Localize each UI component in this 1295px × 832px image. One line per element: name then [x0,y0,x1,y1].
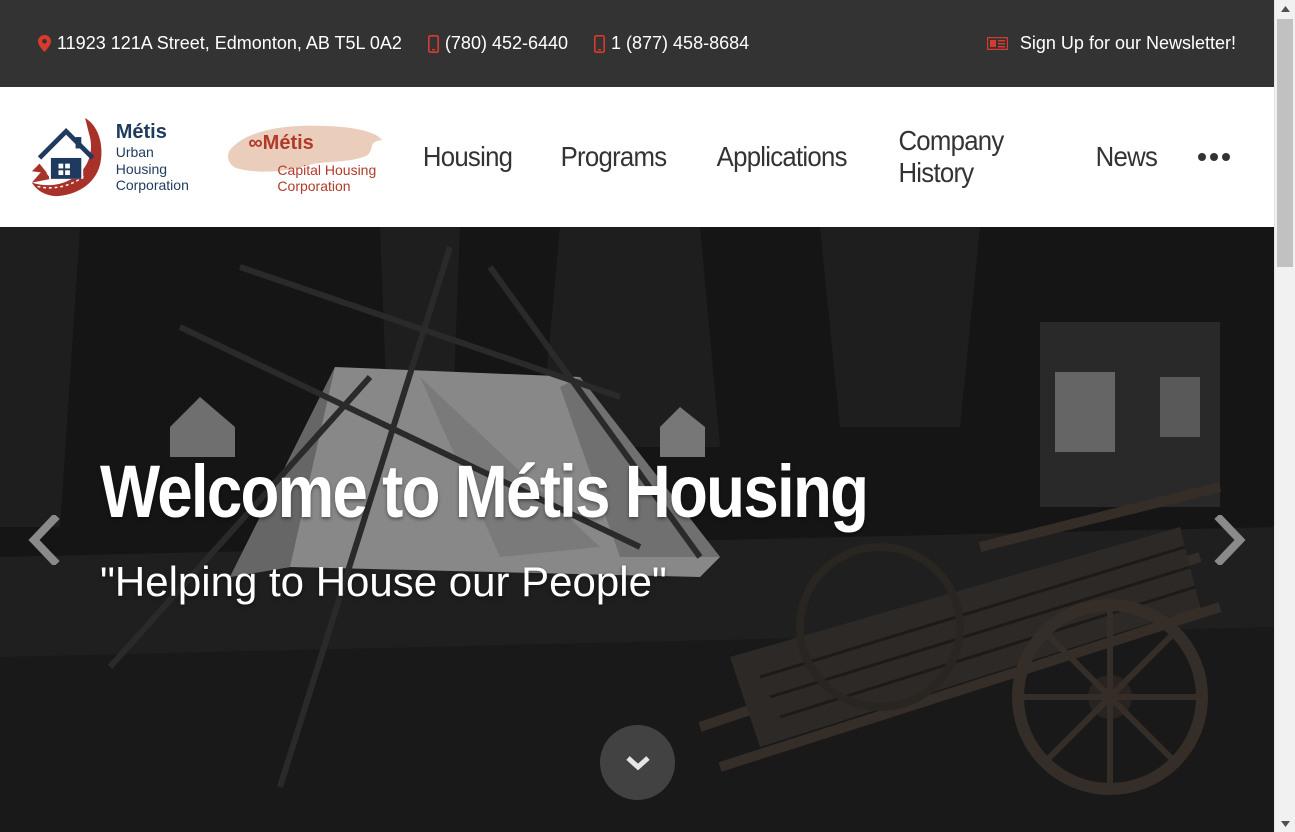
house-sash-emblem-icon [31,118,102,197]
capital-logo-text: Capital Housing Corporation [277,162,376,194]
address-text: 11923 121A Street, Edmonton, AB T5L 0A2 [57,33,402,53]
map-marker-icon [38,35,51,52]
newsletter-label[interactable]: Sign Up for our Newsletter! [1020,33,1236,54]
scroll-up-arrow-icon[interactable] [1275,0,1295,17]
urban-logo-text: Métis Urban Housing Corporation [116,120,205,194]
capital-logo-line2: Corporation [277,178,351,195]
vertical-scrollbar[interactable] [1274,0,1295,832]
chevron-right-icon[interactable] [1210,513,1250,567]
phone-tollfree-text[interactable]: 1 (877) 458-8684 [611,33,749,54]
urban-logo-name: Métis [115,120,167,143]
metis-urban-housing-logo[interactable]: Métis Urban Housing Corporation [30,114,204,200]
newspaper-icon [986,37,1008,50]
phone-tollfree-item[interactable]: 1 (877) 458-8684 [594,33,749,54]
page: 11923 121A Street, Edmonton, AB T5L 0A2 … [0,0,1274,832]
phone-local-text[interactable]: (780) 452-6440 [445,33,568,54]
ellipsis-icon[interactable] [1198,153,1230,161]
main-nav: Housing Programs Applications Company Hi… [379,125,1244,189]
nav-item-applications[interactable]: Applications [716,141,847,173]
site-header: Métis Urban Housing Corporation ∞Métis C… [0,87,1274,227]
chevron-down-icon [625,755,650,770]
hero-slider: Welcome to Métis Housing "Helping to Hou… [0,227,1274,832]
scrollbar-thumb[interactable] [1277,19,1293,267]
newsletter-link[interactable]: Sign Up for our Newsletter! [986,33,1236,54]
logos[interactable]: Métis Urban Housing Corporation ∞Métis C… [30,114,383,200]
hero-title: Welcome to Métis Housing [100,450,869,533]
nav-item-news[interactable]: News [1096,141,1158,173]
top-info-bar: 11923 121A Street, Edmonton, AB T5L 0A2 … [0,0,1274,87]
metis-capital-housing-logo[interactable]: ∞Métis Capital Housing Corporation [226,114,383,200]
phone-local-item[interactable]: (780) 452-6440 [427,33,568,54]
capital-logo-line1: Capital Housing [277,162,377,178]
hero-subtitle: "Helping to House our People" [100,558,667,605]
urban-logo-line2: Corporation [115,177,189,194]
scroll-down-button[interactable] [600,725,675,800]
nav-item-company-history[interactable]: Company History [899,125,1047,189]
nav-item-programs[interactable]: Programs [560,141,667,173]
address-item: 11923 121A Street, Edmonton, AB T5L 0A2 [38,33,402,54]
mobile-phone-icon [427,34,439,53]
chevron-left-icon[interactable] [24,513,64,567]
nav-item-housing[interactable]: Housing [422,141,512,173]
mobile-phone-icon [594,34,606,53]
urban-logo-line1: Urban Housing [115,143,168,177]
scroll-down-arrow-icon[interactable] [1275,815,1295,832]
capital-logo-name: ∞Métis [248,132,314,154]
